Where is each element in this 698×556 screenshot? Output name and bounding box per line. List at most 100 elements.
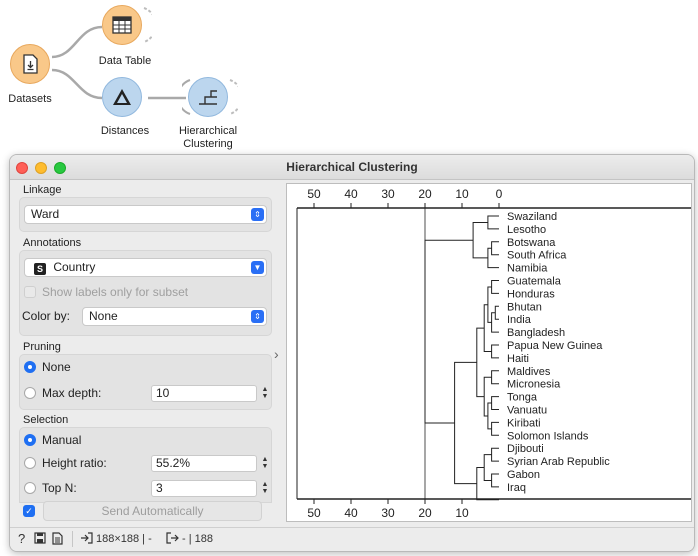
distances-node-circle[interactable] [102, 77, 142, 117]
dendrogram-branch [483, 454, 492, 481]
send-automatically-button[interactable]: Send Automatically [43, 501, 262, 521]
leaf-label: Syrian Arab Republic [507, 456, 610, 468]
annotations-select[interactable]: S Country ▼ [24, 258, 267, 277]
linkage-select-value: Ward [31, 207, 60, 221]
top-axis-tick-label: 20 [418, 187, 432, 201]
save-image-icon[interactable] [34, 532, 46, 547]
output-port-arc [229, 79, 238, 115]
dendrogram-svg[interactable]: 50 40 30 20 10 0 50 40 30 20 10 SwazilandLesothoBot… [287, 184, 691, 521]
max-depth-label: Max depth: [42, 386, 102, 400]
leaf-label: Haiti [507, 353, 529, 365]
table-icon [112, 16, 132, 34]
leaf-label: Kiribati [507, 417, 541, 429]
data-table-node-circle[interactable] [102, 5, 142, 45]
leaf-label: Gabon [507, 469, 540, 481]
dendrogram-branch [476, 467, 499, 501]
string-variable-icon: S [34, 263, 46, 275]
status-bar: ? 188×188 | - - | 188 [10, 527, 694, 551]
height-ratio-radio[interactable] [24, 457, 36, 469]
leaf-label: Bhutan [507, 301, 542, 313]
dendrogram-icon [199, 90, 217, 105]
hierarchical-clustering-window: Hierarchical Clustering Linkage Ward ⇕ A… [9, 154, 695, 552]
datasets-node-circle[interactable] [10, 44, 50, 84]
dendrogram-branch [424, 239, 474, 424]
dendrogram-branch [491, 421, 499, 436]
leaf-label: Solomon Islands [507, 430, 589, 442]
max-depth-radio[interactable] [24, 387, 36, 399]
leaf-label: Maldives [507, 366, 551, 378]
top-axis-tick-label: 50 [307, 187, 321, 201]
top-n-label: Top N: [42, 481, 77, 495]
leaf-label: Swaziland [507, 211, 557, 223]
color-by-select-value: None [89, 309, 118, 323]
height-ratio-spinbox[interactable]: 55.2% ▲ ▼ [151, 455, 268, 472]
top-axis-tick-label: 30 [381, 187, 395, 201]
pruning-none-label: None [42, 360, 71, 374]
leaf-label: Bangladesh [507, 327, 565, 339]
pruning-box: None Max depth: 10 ▲ ▼ [19, 354, 272, 410]
annotations-box: S Country ▼ Show labels only for subset … [19, 250, 272, 336]
dendrogram-plot[interactable]: 50 40 30 20 10 0 50 40 30 20 10 Swaziland Lesotho Bot… [286, 183, 692, 522]
output-port-arc [143, 7, 152, 43]
file-download-icon [23, 54, 38, 74]
auto-send-checkbox[interactable]: ✓ [23, 505, 35, 517]
selection-group-title: Selection [23, 414, 69, 426]
updown-chevron-icon: ⇕ [251, 208, 264, 221]
stepper-arrows-icon[interactable]: ▲ ▼ [260, 456, 270, 471]
dendrogram-branch [487, 402, 492, 430]
max-depth-spinbox[interactable]: 10 ▲ ▼ [151, 385, 268, 402]
updown-chevron-icon: ⇕ [251, 310, 264, 323]
stepper-arrows-icon[interactable]: ▲ ▼ [260, 481, 270, 496]
chevron-down-icon: ▼ [251, 261, 264, 274]
report-icon[interactable] [52, 532, 63, 548]
input-data-icon [80, 532, 93, 547]
leaf-label: Djibouti [507, 443, 544, 455]
top-n-radio[interactable] [24, 482, 36, 494]
color-by-select[interactable]: None ⇕ [82, 307, 267, 326]
dendrogram-branch [494, 305, 499, 320]
dendrogram-branch [491, 370, 499, 385]
leaf-label: Micronesia [507, 379, 561, 391]
selection-manual-radio[interactable] [24, 434, 36, 446]
pruning-group-title: Pruning [23, 341, 61, 353]
subset-labels-label: Show labels only for subset [42, 285, 189, 299]
top-n-spinbox[interactable]: 3 ▲ ▼ [151, 480, 268, 497]
pruning-none-radio[interactable] [24, 361, 36, 373]
data-table-node-label: Data Table [98, 55, 152, 67]
leaf-label: India [507, 314, 532, 326]
distances-node[interactable] [102, 77, 152, 122]
dendrogram-branch [491, 473, 499, 488]
dendrogram-branch [491, 241, 499, 256]
dendrogram-branch [487, 215, 499, 230]
linkage-select[interactable]: Ward ⇕ [24, 205, 267, 224]
height-ratio-value: 55.2% [156, 456, 191, 470]
leaf-label: Tonga [507, 392, 538, 404]
linkage-box: Ward ⇕ [19, 197, 272, 232]
dendrogram-branch [472, 221, 488, 259]
hierarchical-clustering-node-circle[interactable] [188, 77, 228, 117]
window-title: Hierarchical Clustering [286, 160, 418, 174]
help-icon[interactable]: ? [18, 531, 25, 546]
data-table-node[interactable] [102, 5, 152, 50]
max-depth-value: 10 [156, 386, 170, 400]
annotations-group-title: Annotations [23, 237, 82, 249]
delta-icon [113, 89, 131, 105]
leaf-label: Botswana [507, 237, 556, 249]
distances-node-label: Distances [100, 125, 150, 137]
bottom-axis-tick-label: 20 [418, 506, 432, 520]
dendrogram-branch [454, 361, 477, 485]
leaf-label: Iraq [507, 482, 526, 494]
top-axis-tick-label: 40 [344, 187, 358, 201]
dendrogram-branch [487, 286, 492, 323]
stepper-arrows-icon[interactable]: ▲ ▼ [260, 386, 270, 401]
subset-labels-checkbox[interactable] [24, 286, 36, 298]
chevron-right-icon[interactable]: › [274, 346, 279, 362]
leaf-label: Papua New Guinea [507, 340, 603, 352]
datasets-node-label: Datasets [8, 93, 52, 105]
bottom-axis-tick-label: 50 [307, 506, 321, 520]
height-ratio-label: Height ratio: [42, 456, 107, 470]
leaf-label: Honduras [507, 288, 555, 300]
leaf-label: Guatemala [507, 276, 562, 288]
hierarchical-clustering-node[interactable] [182, 77, 238, 122]
leaf-label: Vanuatu [507, 405, 547, 417]
